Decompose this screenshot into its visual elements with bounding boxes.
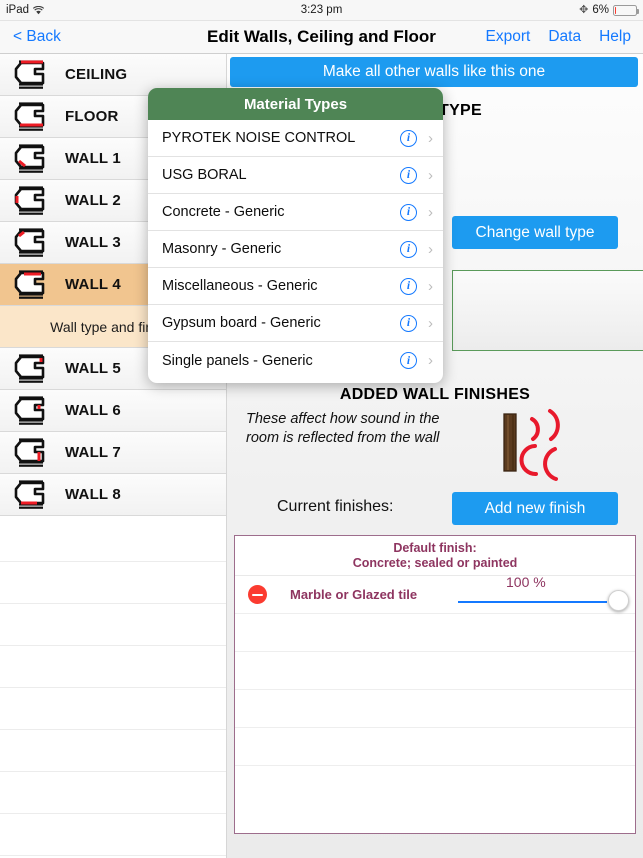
material-type-row[interactable]: Concrete - Generic i › <box>148 194 443 231</box>
sidebar-item-label: WALL 2 <box>65 192 121 209</box>
material-type-label: Concrete - Generic <box>162 204 285 220</box>
export-button[interactable]: Export <box>486 28 531 46</box>
info-icon[interactable]: i <box>400 240 417 258</box>
finish-empty-row <box>235 727 635 765</box>
navigation-bar: < Back Edit Walls, Ceiling and Floor Exp… <box>0 21 643 54</box>
chevron-right-icon: › <box>428 129 433 147</box>
material-type-label: PYROTEK NOISE CONTROL <box>162 130 356 146</box>
battery-percent-label: 6% <box>592 4 609 16</box>
sound-reflection-icon <box>492 406 587 486</box>
finishes-description: These affect how sound in the room is re… <box>246 411 440 446</box>
sidebar-item-wall-7[interactable]: WALL 7 <box>0 432 226 474</box>
finish-name: Marble or Glazed tile <box>290 587 418 602</box>
material-type-row[interactable]: USG BORAL i › <box>148 157 443 194</box>
finishes-table: Default finish: Concrete; sealed or pain… <box>234 535 636 834</box>
sidebar-item-wall-8[interactable]: WALL 8 <box>0 474 226 516</box>
empty-row <box>0 772 226 814</box>
material-type-row[interactable]: Masonry - Generic i › <box>148 231 443 268</box>
material-type-row[interactable]: Gypsum board - Generic i › <box>148 305 443 342</box>
empty-row <box>0 562 226 604</box>
room-cross-section-icon <box>9 394 55 428</box>
slider-thumb[interactable] <box>608 590 629 611</box>
sidebar-item-label: WALL 6 <box>65 402 121 419</box>
empty-row <box>0 604 226 646</box>
change-wall-type-button[interactable]: Change wall type <box>452 216 618 249</box>
info-icon[interactable]: i <box>400 314 417 332</box>
sidebar-item-label: WALL 4 <box>65 276 121 293</box>
sidebar-item-label: FLOOR <box>65 108 119 125</box>
sidebar-item-label: CEILING <box>65 66 128 83</box>
room-cross-section-icon <box>9 100 55 134</box>
data-button[interactable]: Data <box>548 28 581 46</box>
info-icon[interactable]: i <box>400 352 417 369</box>
info-icon[interactable]: i <box>400 203 417 221</box>
default-finish-line2: Concrete; sealed or painted <box>352 556 518 570</box>
status-bar: iPad 3:23 pm ✥ 6% <box>0 0 643 21</box>
room-cross-section-icon <box>9 142 55 176</box>
wall-type-detail-box: Published Data <box>452 270 643 351</box>
status-bar-right: ✥ 6% <box>579 3 639 16</box>
sidebar-item-label: WALL 3 <box>65 234 121 251</box>
sidebar-item-label: WALL 7 <box>65 444 121 461</box>
remove-finish-icon[interactable] <box>248 585 267 604</box>
bluetooth-icon: ✥ <box>579 3 589 16</box>
info-icon[interactable]: i <box>400 129 417 147</box>
material-types-popover[interactable]: Material Types PYROTEK NOISE CONTROL i › US… <box>148 88 443 383</box>
material-type-label: Single panels - Generic <box>162 352 313 369</box>
chevron-right-icon: › <box>428 166 433 184</box>
material-type-label: Masonry - Generic <box>162 241 282 257</box>
finish-empty-row <box>235 689 635 727</box>
finish-coverage-slider[interactable]: 100 % <box>454 574 629 614</box>
empty-row <box>0 646 226 688</box>
room-cross-section-icon <box>9 478 55 512</box>
chevron-right-icon: › <box>428 203 433 221</box>
battery-icon <box>613 4 639 16</box>
sidebar-empty-rows <box>0 520 226 858</box>
room-cross-section-icon <box>9 226 55 260</box>
sidebar-item-label: WALL 5 <box>65 360 121 377</box>
help-button[interactable]: Help <box>599 28 631 46</box>
room-cross-section-icon <box>9 184 55 218</box>
make-all-walls-button[interactable]: Make all other walls like this one <box>230 57 638 87</box>
slider-track <box>458 601 607 603</box>
sidebar-item-wall-6[interactable]: WALL 6 <box>0 390 226 432</box>
status-bar-time: 3:23 pm <box>300 4 343 16</box>
empty-row <box>0 730 226 772</box>
material-types-title: Material Types <box>148 88 443 120</box>
material-type-label: USG BORAL <box>162 167 247 183</box>
room-cross-section-icon <box>9 436 55 470</box>
empty-row <box>0 520 226 562</box>
added-wall-finishes-heading: ADDED WALL FINISHES <box>339 386 531 403</box>
finish-empty-row <box>235 613 635 651</box>
info-icon[interactable]: i <box>400 166 417 184</box>
app-root: iPad 3:23 pm ✥ 6% < Back Edit Walls, Cei… <box>0 0 643 858</box>
add-new-finish-button[interactable]: Add new finish <box>452 492 618 525</box>
finish-empty-row <box>235 765 635 803</box>
sidebar-item-label: WALL 1 <box>65 150 121 167</box>
room-cross-section-icon <box>9 268 55 302</box>
nav-actions: Export Data Help <box>486 28 631 46</box>
info-icon[interactable]: i <box>400 277 417 295</box>
material-type-row[interactable]: Single panels - Generic i › <box>148 342 443 379</box>
finish-coverage-value: 100 % <box>506 574 546 590</box>
sidebar-item-label: WALL 8 <box>65 486 121 503</box>
chevron-right-icon: › <box>428 277 433 295</box>
current-finishes-label: Current finishes: <box>277 498 394 515</box>
material-type-label: Gypsum board - Generic <box>162 315 321 331</box>
material-type-label: Miscellaneous - Generic <box>162 278 318 294</box>
empty-row <box>0 814 226 856</box>
chevron-right-icon: › <box>428 314 433 332</box>
chevron-right-icon: › <box>428 240 433 258</box>
default-finish-line1: Default finish: <box>393 541 477 555</box>
room-cross-section-icon <box>9 58 55 92</box>
finish-row[interactable]: Marble or Glazed tile 100 % <box>235 574 635 614</box>
finish-empty-row <box>235 651 635 689</box>
empty-row <box>0 688 226 730</box>
material-type-row[interactable]: Miscellaneous - Generic i › <box>148 268 443 305</box>
default-finish-label: Default finish: Concrete; sealed or pain… <box>235 536 635 575</box>
chevron-right-icon: › <box>428 352 433 369</box>
material-type-row[interactable]: PYROTEK NOISE CONTROL i › <box>148 120 443 157</box>
room-cross-section-icon <box>9 352 55 386</box>
